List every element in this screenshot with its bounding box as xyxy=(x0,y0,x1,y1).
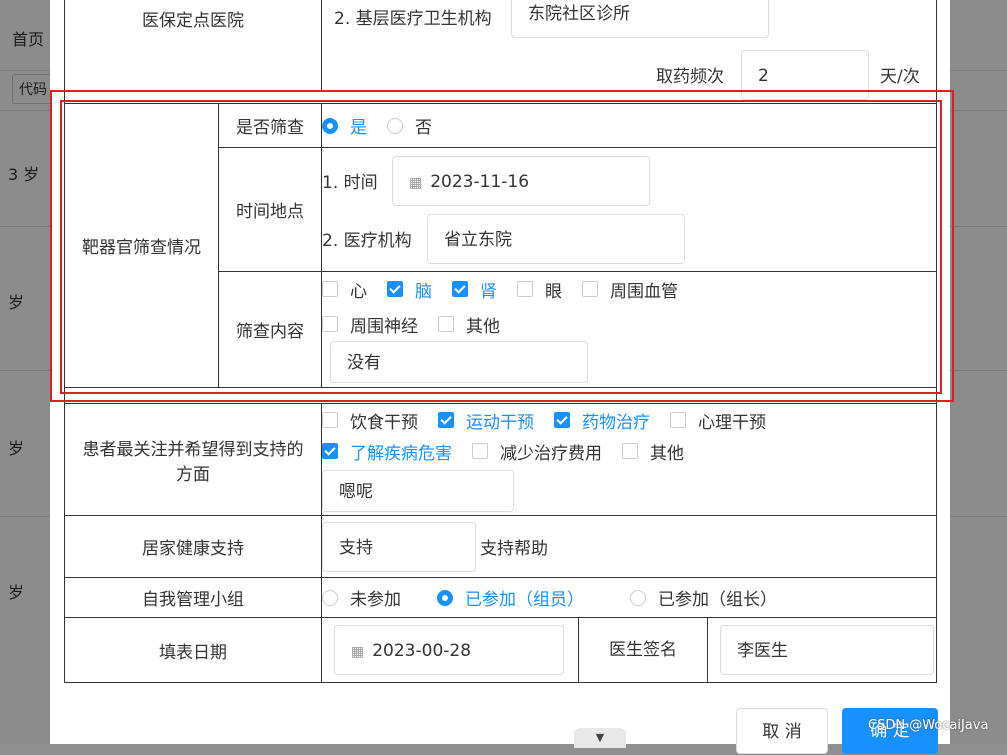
checkbox-peripheral-nerve[interactable]: 周围神经 xyxy=(322,312,418,337)
checkbox-concern-other[interactable]: 其他 xyxy=(622,439,684,464)
checkbox-icon xyxy=(472,443,488,459)
checkbox-brain[interactable]: 脑 xyxy=(387,277,432,302)
watermark: CSDN @WocaiJava xyxy=(868,718,989,733)
scroll-down-tab[interactable]: ▼ xyxy=(574,728,626,748)
checkbox-medication[interactable]: 药物治疗 xyxy=(554,408,650,433)
checkbox-checked-icon xyxy=(322,443,338,459)
chevron-down-icon: ▼ xyxy=(595,731,605,744)
checkbox-reduce-cost[interactable]: 减少治疗费用 xyxy=(472,439,602,464)
screening-date-input[interactable]: ▦ 2023-11-16 xyxy=(392,155,650,206)
concern-row: 患者最关注并希望得到支持的方面 饮食干预 运动干预 药物治疗 心理干预 了解疾病… xyxy=(64,403,937,516)
concern-label: 患者最关注并希望得到支持的方面 xyxy=(64,403,322,516)
radio-selected-icon xyxy=(322,117,338,134)
hospital-label: 医保定点医院 xyxy=(64,0,322,92)
checkbox-icon xyxy=(438,316,454,332)
checkbox-icon xyxy=(622,443,638,459)
checkbox-icon xyxy=(322,281,338,297)
home-support-suffix: 支持帮助 xyxy=(480,539,548,559)
checkbox-exercise[interactable]: 运动干预 xyxy=(438,408,534,433)
doctor-sign-input[interactable]: 李医生 xyxy=(720,625,934,675)
checkbox-disease-risk[interactable]: 了解疾病危害 xyxy=(322,439,452,464)
radio-joined-member[interactable]: 已参加（组员） xyxy=(437,585,584,610)
screening-org-input[interactable]: 省立东院 xyxy=(427,213,685,264)
form-dialog: 医保定点医院 2. 基层医疗卫生机构 东院社区诊所 取药频次 2 天/次 靶器官… xyxy=(50,0,950,744)
frequency-label: 取药频次 xyxy=(656,67,724,87)
screening-content-label: 筛查内容 xyxy=(218,271,322,388)
hospital-name-input[interactable]: 东院社区诊所 xyxy=(511,0,769,38)
checkbox-other[interactable]: 其他 xyxy=(438,312,500,337)
frequency-unit: 天/次 xyxy=(880,67,920,87)
checkbox-checked-icon xyxy=(387,281,403,297)
checkbox-icon xyxy=(322,316,338,332)
org-label: 2. 医疗机构 xyxy=(322,231,412,251)
radio-icon xyxy=(387,117,403,134)
checkbox-icon xyxy=(670,412,686,428)
checkbox-checked-icon xyxy=(438,412,454,428)
fill-date-row: 填表日期 ▦ 2023-00-28 医生签名 李医生 xyxy=(64,617,937,683)
home-support-label: 居家健康支持 xyxy=(64,515,322,578)
hospital-row: 医保定点医院 2. 基层医疗卫生机构 东院社区诊所 取药频次 2 天/次 xyxy=(64,0,937,100)
checkbox-heart[interactable]: 心 xyxy=(322,277,367,302)
checkbox-eye[interactable]: 眼 xyxy=(517,277,562,302)
screening-whether-row: 靶器官筛查情况 是否筛查 是 否 xyxy=(64,103,937,388)
checkbox-kidney[interactable]: 肾 xyxy=(452,277,497,302)
radio-icon xyxy=(630,589,646,606)
followup-form-table: 医保定点医院 2. 基层医疗卫生机构 东院社区诊所 取药频次 2 天/次 靶器官… xyxy=(64,0,937,683)
calendar-icon: ▦ xyxy=(351,644,365,660)
organ-screening-label: 靶器官筛查情况 xyxy=(64,103,219,388)
frequency-input[interactable]: 2 xyxy=(741,50,869,100)
fill-date-label: 填表日期 xyxy=(64,617,322,683)
self-mgmt-label: 自我管理小组 xyxy=(64,577,322,618)
doctor-sign-label: 医生签名 xyxy=(578,618,708,682)
calendar-icon: ▦ xyxy=(409,174,423,191)
radio-icon xyxy=(322,589,338,606)
radio-joined-leader[interactable]: 已参加（组长） xyxy=(630,585,777,610)
checkbox-psychology[interactable]: 心理干预 xyxy=(670,408,766,433)
concern-other-input[interactable]: 嗯呢 xyxy=(322,469,514,512)
screening-yes-radio[interactable]: 是 xyxy=(322,113,367,138)
checkbox-icon xyxy=(582,281,598,297)
checkbox-peripheral-vessel[interactable]: 周围血管 xyxy=(582,277,678,302)
whether-screening-label: 是否筛查 xyxy=(218,103,322,148)
cancel-button[interactable]: 取 消 xyxy=(736,708,828,754)
checkbox-checked-icon xyxy=(554,412,570,428)
hospital-control: 2. 基层医疗卫生机构 东院社区诊所 取药频次 2 天/次 xyxy=(321,0,937,100)
checkbox-icon xyxy=(517,281,533,297)
checkbox-checked-icon xyxy=(452,281,468,297)
home-support-input[interactable]: 支持 xyxy=(322,521,476,572)
self-mgmt-row: 自我管理小组 未参加 已参加（组员） 已参加（组长） xyxy=(64,577,937,618)
radio-selected-icon xyxy=(437,589,453,606)
hospital-option-label: 2. 基层医疗卫生机构 xyxy=(334,9,492,29)
screening-no-radio[interactable]: 否 xyxy=(387,113,432,138)
time-label: 1. 时间 xyxy=(322,173,378,193)
fill-date-input[interactable]: ▦ 2023-00-28 xyxy=(334,625,564,675)
radio-not-joined[interactable]: 未参加 xyxy=(322,585,401,610)
home-support-row: 居家健康支持 支持 支持帮助 xyxy=(64,515,937,578)
screening-other-input[interactable]: 没有 xyxy=(330,340,588,383)
time-place-label: 时间地点 xyxy=(218,147,322,272)
checkbox-diet[interactable]: 饮食干预 xyxy=(322,408,418,433)
checkbox-icon xyxy=(322,412,338,428)
